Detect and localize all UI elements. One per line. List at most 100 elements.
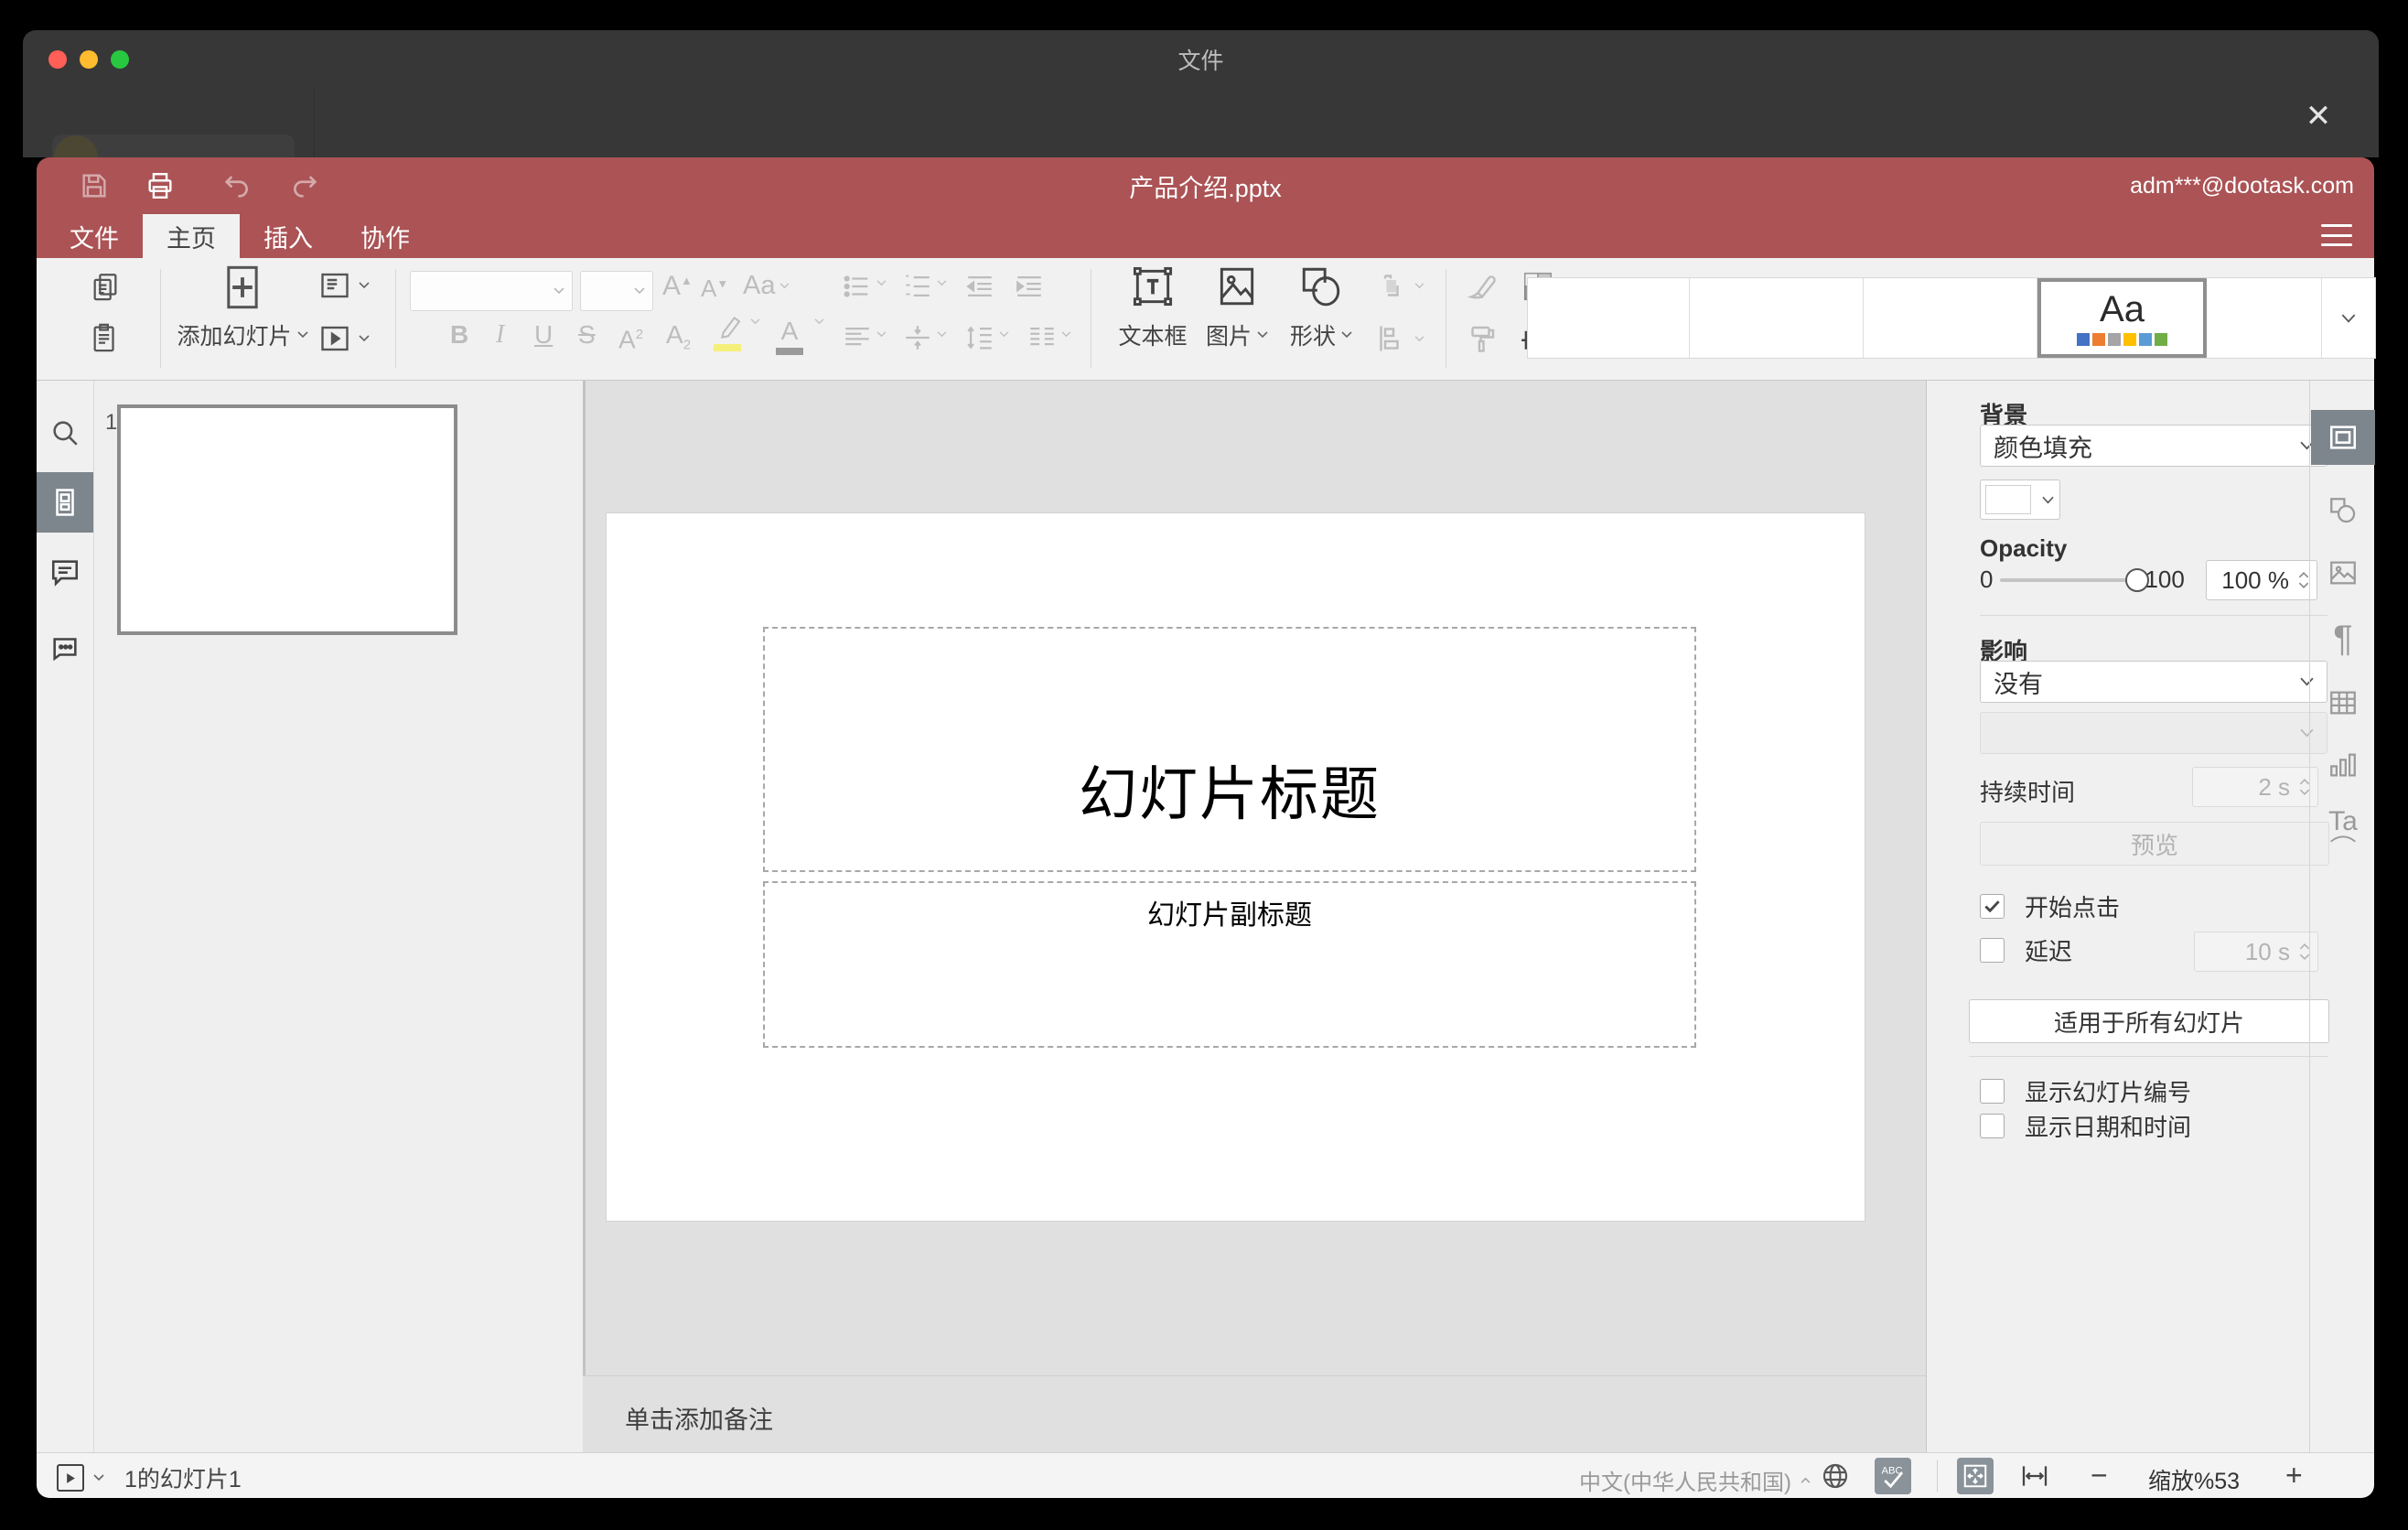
tab-home[interactable]: 主页 xyxy=(143,214,240,258)
chevron-down-icon[interactable] xyxy=(876,331,887,338)
font-name-select[interactable] xyxy=(410,271,573,311)
chevron-down-icon[interactable] xyxy=(999,331,1009,338)
line-spacing-icon[interactable] xyxy=(964,322,995,353)
start-click-checkbox[interactable] xyxy=(1980,894,2005,919)
columns-icon[interactable] xyxy=(1027,322,1058,353)
image-button[interactable]: 图片 xyxy=(1191,318,1283,351)
slide-layout-button[interactable] xyxy=(318,269,370,302)
text-art-settings-icon[interactable]: Ta xyxy=(2311,798,2375,853)
arrange-icon[interactable] xyxy=(1374,269,1424,302)
chevron-down-icon[interactable] xyxy=(814,318,824,325)
shape-icon[interactable] xyxy=(1275,264,1367,309)
clear-style-icon[interactable] xyxy=(1466,271,1499,304)
theme-option-selected[interactable]: Aa xyxy=(2037,278,2207,358)
notes-area[interactable]: 单击添加备注 xyxy=(583,1375,1926,1452)
table-settings-icon[interactable] xyxy=(2311,675,2375,730)
chart-settings-icon[interactable] xyxy=(2311,738,2375,792)
bullets-icon[interactable] xyxy=(842,271,873,302)
text-box-button[interactable]: 文本框 xyxy=(1107,318,1199,351)
increase-font-icon[interactable]: A▲ xyxy=(662,271,693,302)
slides-panel-icon[interactable] xyxy=(37,472,93,533)
align-objects-icon[interactable] xyxy=(1374,322,1424,355)
play-icon[interactable] xyxy=(57,1464,84,1492)
strikethrough-icon[interactable]: S xyxy=(578,315,596,355)
apply-to-all-slides-button[interactable]: 适用于所有幻灯片 xyxy=(1969,999,2329,1043)
horizontal-align-icon[interactable] xyxy=(842,322,873,353)
theme-option[interactable] xyxy=(1528,278,1690,358)
opacity-slider[interactable] xyxy=(2000,567,2150,592)
duration-spinner[interactable]: 2 s xyxy=(2192,767,2318,807)
chat-icon[interactable] xyxy=(49,631,81,663)
vertical-align-icon[interactable] xyxy=(902,322,933,353)
text-box-icon[interactable] xyxy=(1107,264,1199,309)
search-icon[interactable] xyxy=(49,417,81,448)
copy-icon[interactable] xyxy=(90,271,121,302)
preview-button[interactable]: 预览 xyxy=(1980,822,2329,866)
delay-spinner[interactable]: 10 s xyxy=(2194,932,2318,972)
slide-thumbnail[interactable] xyxy=(117,404,457,635)
comments-icon[interactable] xyxy=(49,556,81,587)
tab-insert[interactable]: 插入 xyxy=(240,214,337,258)
decrease-indent-icon[interactable] xyxy=(964,271,995,302)
zoom-out-button[interactable]: − xyxy=(2091,1459,2108,1492)
image-icon[interactable] xyxy=(1191,264,1283,309)
image-settings-icon[interactable] xyxy=(2311,545,2375,600)
increase-indent-icon[interactable] xyxy=(1014,271,1045,302)
language-control[interactable]: 中文(中华人民共和国) xyxy=(1579,1464,1811,1496)
background-fill-select[interactable]: 颜色填充 xyxy=(1980,425,2327,467)
title-placeholder[interactable]: 幻灯片标题 xyxy=(763,627,1696,872)
slideshow-button[interactable] xyxy=(318,322,370,355)
font-size-select[interactable] xyxy=(580,271,653,311)
chevron-down-icon[interactable] xyxy=(876,280,887,286)
slide-settings-icon[interactable] xyxy=(2311,410,2375,465)
set-language-icon[interactable] xyxy=(1821,1461,1850,1491)
slide[interactable]: 幻灯片标题 幻灯片副标题 xyxy=(607,513,1865,1221)
subscript-icon[interactable]: A2 xyxy=(666,315,691,366)
tab-file[interactable]: 文件 xyxy=(46,214,143,258)
opacity-slider-thumb[interactable] xyxy=(2125,567,2150,592)
italic-icon[interactable]: I xyxy=(496,315,504,355)
theme-gallery-expand-icon[interactable] xyxy=(2322,278,2375,358)
close-icon[interactable]: ✕ xyxy=(2296,94,2340,138)
background-color-picker[interactable] xyxy=(1980,479,2060,520)
start-slideshow-control[interactable]: 1的幻灯片1 xyxy=(57,1461,242,1494)
fit-to-slide-toggle[interactable] xyxy=(1957,1458,1994,1494)
effect-type-select[interactable] xyxy=(1980,712,2327,754)
opacity-min: 0 xyxy=(1980,566,1994,593)
zoom-level[interactable]: 缩放%53 xyxy=(2148,1463,2240,1496)
theme-option[interactable] xyxy=(2207,278,2322,358)
copy-style-icon[interactable] xyxy=(1466,322,1499,355)
add-slide-icon[interactable] xyxy=(174,264,311,311)
chevron-down-icon[interactable] xyxy=(1061,331,1071,338)
font-color-icon[interactable]: A xyxy=(776,311,803,355)
effect-select[interactable]: 没有 xyxy=(1980,661,2327,703)
superscript-icon[interactable]: A2 xyxy=(618,315,643,360)
fit-to-width-button[interactable] xyxy=(2020,1461,2049,1491)
highlight-color-icon[interactable] xyxy=(714,313,743,351)
tab-collaboration[interactable]: 协作 xyxy=(337,214,434,258)
paragraph-settings-icon[interactable]: ¶ xyxy=(2311,611,2375,666)
add-slide-button[interactable]: 添加幻灯片 xyxy=(174,318,311,351)
decrease-font-icon[interactable]: A▼ xyxy=(701,275,728,303)
change-case-icon[interactable]: Aa xyxy=(743,271,790,301)
shape-button[interactable]: 形状 xyxy=(1275,318,1367,351)
numbering-icon[interactable] xyxy=(902,271,933,302)
bold-icon[interactable]: B xyxy=(450,315,468,355)
zoom-in-button[interactable]: + xyxy=(2285,1459,2303,1492)
delay-checkbox[interactable] xyxy=(1980,938,2005,963)
show-date-time-checkbox[interactable] xyxy=(1980,1114,2005,1138)
opacity-spinner[interactable]: 100 % xyxy=(2206,560,2317,600)
underline-icon[interactable]: U xyxy=(534,315,553,355)
subtitle-placeholder[interactable]: 幻灯片副标题 xyxy=(763,881,1696,1048)
show-slide-number-checkbox[interactable] xyxy=(1980,1079,2005,1104)
theme-option[interactable] xyxy=(1864,278,2037,358)
chevron-down-icon[interactable] xyxy=(937,280,947,286)
chevron-down-icon[interactable] xyxy=(750,318,760,325)
theme-option[interactable] xyxy=(1690,278,1864,358)
paste-icon[interactable] xyxy=(90,322,121,353)
theme-gallery: Aa xyxy=(1527,277,2376,359)
shape-settings-icon[interactable] xyxy=(2311,483,2375,538)
menu-icon[interactable] xyxy=(2321,224,2352,246)
chevron-down-icon[interactable] xyxy=(937,331,947,338)
spellcheck-toggle[interactable]: ABC xyxy=(1875,1458,1911,1494)
